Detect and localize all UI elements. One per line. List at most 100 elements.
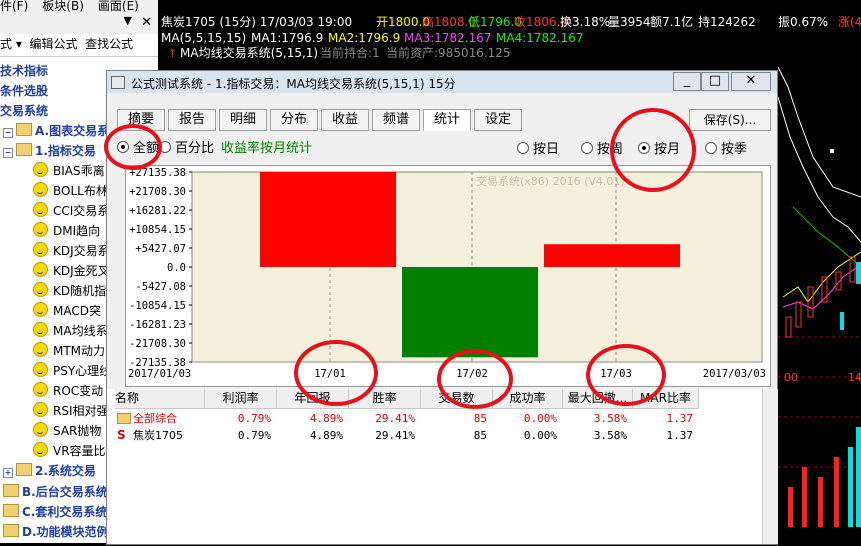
- vertical-scrollbar[interactable]: [762, 389, 778, 544]
- tree-a1-indicator-trade[interactable]: −1.指标交易: [3, 142, 96, 160]
- tree-indicator-item[interactable]: MTM动力: [33, 342, 105, 360]
- find-formula-button[interactable]: 查找公式: [85, 37, 133, 51]
- quote-amount: 额7.1亿: [650, 15, 694, 29]
- table-cell-trades: 85: [473, 412, 487, 425]
- smiley-icon: [33, 162, 48, 177]
- smiley-icon: [33, 202, 48, 217]
- y-tick-label: +10854.15: [129, 224, 186, 236]
- annotation-circle-amount: [104, 124, 162, 170]
- ma2-value: MA2:1796.9: [328, 31, 401, 45]
- y-tick-label: -5427.08: [135, 281, 186, 293]
- y-tick-label: 0.0: [167, 262, 186, 274]
- tab-1[interactable]: 报告: [168, 109, 216, 131]
- tree-b-backend-trade[interactable]: B.后台交易系统: [3, 483, 108, 501]
- close-icon[interactable]: ✕: [141, 15, 152, 30]
- bar-17/03: [544, 244, 680, 267]
- smiley-icon: [33, 262, 48, 277]
- menu-file[interactable]: 件(F): [0, 0, 28, 13]
- radio-percent[interactable]: 百分比: [159, 137, 214, 156]
- save-button[interactable]: 保存(S)...: [689, 109, 771, 131]
- tree-trade-systems[interactable]: 交易系统: [0, 102, 48, 120]
- pin-icon[interactable]: ▼: [124, 14, 132, 27]
- menu-screen[interactable]: 画面(E): [98, 0, 139, 13]
- app-icon: [111, 76, 125, 89]
- smiley-icon: [33, 442, 48, 457]
- y-tick-label: -21708.30: [129, 338, 186, 350]
- table-cell-success: 0.00%: [523, 429, 557, 442]
- stats-note: 收益率按月统计: [221, 141, 313, 156]
- table-row[interactable]: 全部综合 0.79% 4.89% 29.41% 85 0.00% 3.58% 1.37: [107, 411, 762, 427]
- minimize-icon[interactable]: _: [673, 72, 701, 91]
- tree-indicator-item[interactable]: MA均线系: [33, 322, 108, 340]
- table-cell-annual: 4.89%: [309, 412, 343, 425]
- time-axis-label-a: 00: [784, 371, 798, 384]
- quote-turnover: 换3.18%: [560, 15, 611, 29]
- tab-4[interactable]: 收益: [321, 109, 369, 131]
- menu-sector[interactable]: 板块(B): [42, 0, 84, 13]
- tab-6[interactable]: 统计: [423, 109, 471, 131]
- table-cell-win: 29.41%: [375, 412, 415, 425]
- tree-indicator-item[interactable]: BOLL布林: [33, 182, 108, 200]
- tree-indicator-item[interactable]: PSY心理线: [33, 362, 111, 380]
- tab-2[interactable]: 明细: [219, 109, 267, 131]
- arrow-up-icon: ↑: [168, 47, 178, 60]
- tab-3[interactable]: 分布: [270, 109, 318, 131]
- tree-indicator-item[interactable]: RSI相对强: [33, 402, 109, 420]
- tab-5[interactable]: 频谱: [372, 109, 420, 131]
- radio-icon: [517, 142, 529, 154]
- system-status-bar: ↑ MA均线交易系统(5,15,1) 当前持合:1 当前资产:985016.12…: [158, 46, 778, 61]
- column-header-1[interactable]: 利润率: [205, 389, 277, 409]
- tab-7[interactable]: 设定: [474, 109, 522, 131]
- annotation-circle-mar: [586, 344, 666, 406]
- tree-condition-select[interactable]: 条件选股: [0, 82, 48, 100]
- table-cell-name: 焦炭1705: [133, 429, 183, 442]
- quote-rise: 涨(4: [838, 15, 861, 29]
- tree-indicator-item[interactable]: KDJ金死叉: [33, 262, 110, 280]
- smiley-icon: [33, 242, 48, 257]
- tree-indicator-item[interactable]: VR容量比: [33, 442, 106, 460]
- maximize-icon[interactable]: □: [701, 72, 729, 91]
- tree-a2-system-trade[interactable]: +2.系统交易: [3, 462, 96, 480]
- folder-icon: [117, 413, 131, 424]
- menu-bar: 件(F) 板块(B) 画面(E): [0, 0, 158, 14]
- tree-indicator-item[interactable]: MACD突: [33, 302, 101, 320]
- kline-chart-strip: 00 14: [777, 47, 861, 543]
- folder-icon: [16, 123, 32, 136]
- y-tick-label: -10854.15: [129, 300, 186, 312]
- radio-icon: [581, 142, 593, 154]
- current-position: 当前持合:1: [320, 46, 380, 60]
- table-row[interactable]: 焦炭1705 0.79% 4.89% 29.41% 85 0.00% 3.58% 1.37 S: [107, 428, 762, 444]
- tree-indicator-item[interactable]: DMI趋向: [33, 222, 100, 240]
- tree-indicator-item[interactable]: ROC变动: [33, 382, 103, 400]
- formula-dropdown[interactable]: 式 ▾: [0, 37, 22, 51]
- smiley-icon: [33, 302, 48, 317]
- tree-c-arbitrage-trade[interactable]: C.套利交易系统: [3, 503, 107, 521]
- close-icon[interactable]: ✕: [731, 72, 771, 91]
- column-header-0[interactable]: 名称: [115, 389, 205, 409]
- smiley-icon: [33, 402, 48, 417]
- sell-icon: S: [117, 428, 126, 442]
- ma-label: MA(5,5,15,15): [161, 31, 247, 45]
- tree-indicator-item[interactable]: BIAS乖离: [33, 162, 105, 180]
- smiley-icon: [33, 362, 48, 377]
- tree-indicator-item[interactable]: CCI交易系: [33, 202, 109, 220]
- monthly-return-chart: 交易系统(x86) 2016 (V4.01) +27135.38 +21708.30…: [125, 165, 771, 387]
- tree-indicator-item[interactable]: SAR抛物: [33, 422, 101, 440]
- quote-volume: 量3954: [608, 15, 651, 29]
- smiley-icon: [33, 422, 48, 437]
- radio-by-quarter[interactable]: 按季: [705, 138, 747, 157]
- x-tick-label: 2017/03/03: [703, 368, 766, 380]
- tree-indicator-item[interactable]: KDJ交易系: [33, 242, 110, 260]
- smiley-icon: [33, 182, 48, 197]
- edit-formula-button[interactable]: 编辑公式: [29, 37, 77, 51]
- tree-tech-indicators[interactable]: 技术指标: [0, 62, 48, 80]
- tree-d-function-examples[interactable]: D.功能模块范例: [3, 523, 109, 541]
- radio-by-day[interactable]: 按日: [517, 138, 559, 157]
- tree-indicator-item[interactable]: KD随机指: [33, 282, 106, 300]
- y-tick-label: +21708.30: [129, 186, 186, 198]
- watermark: 交易系统(x86) 2016 (V4.01): [476, 174, 625, 188]
- collapse-icon: −: [3, 128, 13, 138]
- folder-open-icon: [16, 143, 32, 156]
- kline-chart-svg: [777, 66, 861, 527]
- tree-a-chart-trade[interactable]: − A.图表交易系统: [3, 122, 121, 140]
